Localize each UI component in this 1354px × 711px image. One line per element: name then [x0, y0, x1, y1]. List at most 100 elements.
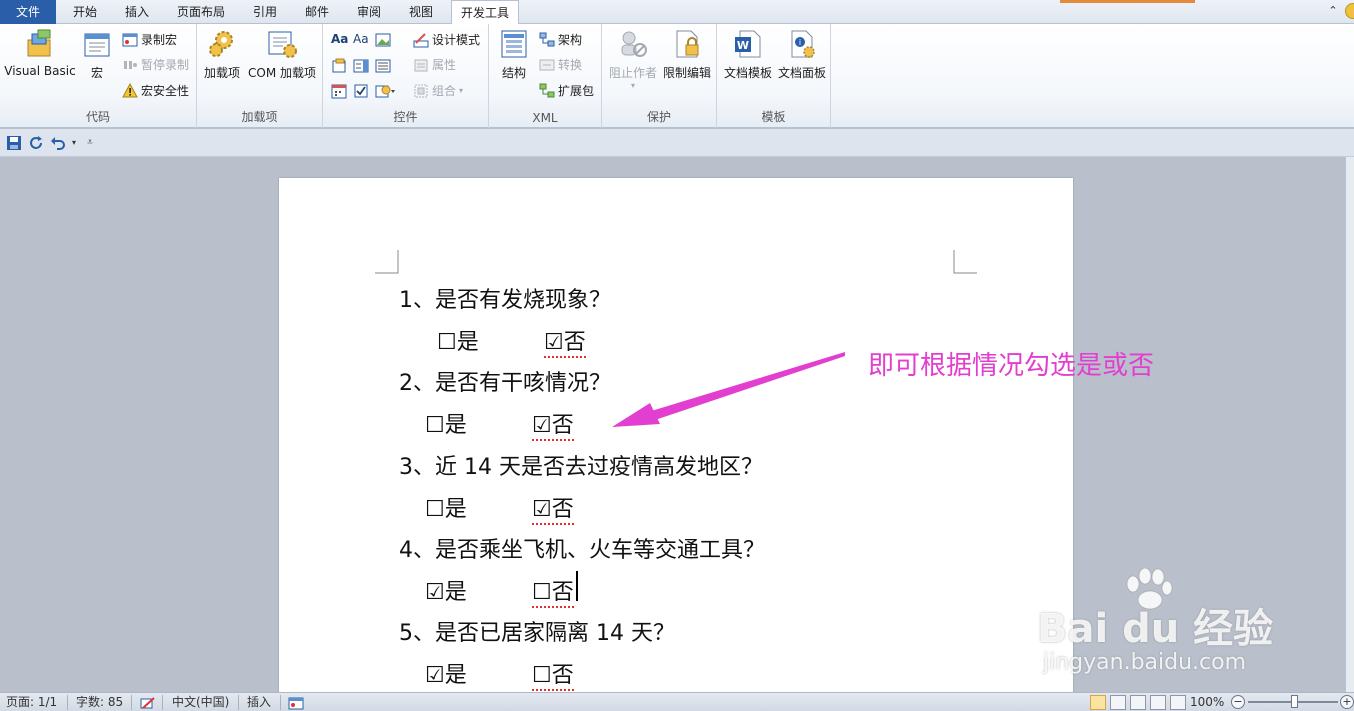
pause-recording-label: 暂停录制	[141, 58, 190, 72]
combo-box-icon[interactable]	[353, 58, 369, 74]
group-button[interactable]: 组合 ▾	[413, 81, 463, 101]
full-screen-reading-icon[interactable]	[1110, 695, 1126, 710]
picture-control-icon[interactable]	[375, 33, 391, 47]
draft-view-icon[interactable]	[1170, 695, 1186, 710]
print-layout-view-icon[interactable]	[1090, 695, 1106, 710]
block-authors-button[interactable]: 阻止作者 ▾	[606, 28, 660, 90]
restrict-editing-button[interactable]: 限制编辑	[661, 28, 713, 81]
tab-developer[interactable]: 开发工具	[451, 0, 519, 25]
document-page[interactable]: 1、是否有发烧现象？ ☐是 ☑否 2、是否有干咳情况？ ☐是 ☑否 3、近 14…	[279, 178, 1073, 698]
com-addins-button[interactable]: COM 加载项	[245, 28, 319, 81]
question-1[interactable]: 1、是否有发烧现象？	[399, 282, 611, 314]
q3-no-option[interactable]: ☑否	[532, 491, 574, 525]
zoom-level[interactable]: 100%	[1190, 695, 1224, 710]
q5-yes-option[interactable]: ☑是	[425, 657, 467, 689]
tab-references[interactable]: 引用	[240, 0, 290, 24]
addins-button[interactable]: 加载项	[202, 28, 242, 81]
schema-label: 架构	[558, 33, 583, 47]
word-document-icon: W	[735, 30, 761, 58]
language-indicator[interactable]: 中文(中国)	[172, 695, 229, 710]
tab-view[interactable]: 视图	[396, 0, 446, 24]
outline-view-icon[interactable]	[1150, 695, 1166, 710]
transform-button[interactable]: 转换	[539, 55, 582, 75]
ribbon: Visual Basic 宏 录制宏 暂停录制 宏安全性 代码 加载项 COM …	[0, 24, 1354, 128]
status-bar: 页面: 1/1 字数: 85 中文(中国) 插入 100% − +	[0, 692, 1354, 711]
expansion-pack-button[interactable]: 扩展包	[539, 81, 594, 101]
group-xml-label: XML	[532, 111, 558, 125]
save-icon[interactable]	[6, 135, 22, 151]
quick-access-toolbar: ▾ ⩡	[0, 129, 1354, 157]
page-indicator[interactable]: 页面: 1/1	[6, 695, 57, 710]
question-4[interactable]: 4、是否乘坐飞机、火车等交通工具？	[399, 532, 765, 564]
zoom-in-icon[interactable]: +	[1340, 695, 1354, 709]
design-mode-button[interactable]: 设计模式	[413, 30, 480, 50]
zoom-out-icon[interactable]: −	[1231, 695, 1245, 709]
q4-yes-option[interactable]: ☑是	[425, 574, 467, 606]
ribbon-tab-bar: 文件 开始 插入 页面布局 引用 邮件 审阅 视图 开发工具 ⌃	[0, 0, 1354, 25]
minimize-ribbon-icon[interactable]: ⌃	[1325, 3, 1341, 19]
visual-basic-button[interactable]: Visual Basic	[4, 28, 76, 78]
dropdown-list-icon[interactable]	[375, 58, 391, 74]
macro-security-button[interactable]: 宏安全性	[122, 81, 189, 101]
help-icon[interactable]	[1345, 3, 1354, 19]
macros-button[interactable]: 宏	[80, 28, 114, 81]
transform-label: 转换	[558, 58, 583, 72]
q2-no-option[interactable]: ☑否	[532, 407, 574, 441]
tab-page-layout[interactable]: 页面布局	[168, 0, 234, 24]
group-protect-label: 保护	[646, 110, 671, 124]
q1-no-option[interactable]: ☑否	[544, 324, 586, 358]
customize-toolbar-icon[interactable]: ⩡	[82, 135, 98, 151]
q4-no-option[interactable]: ☐否	[532, 574, 574, 608]
zoom-slider-thumb[interactable]	[1291, 695, 1298, 708]
q1-yes-option[interactable]: ☐是	[437, 324, 479, 356]
text-cursor	[576, 571, 578, 601]
checkbox-control-icon[interactable]	[353, 83, 369, 99]
undo-icon[interactable]	[50, 135, 66, 151]
record-macro-button[interactable]: 录制宏	[122, 30, 177, 50]
date-picker-icon[interactable]	[331, 83, 347, 99]
document-panel-button[interactable]: i 文档面板	[776, 28, 828, 81]
properties-button[interactable]: 属性	[413, 55, 456, 75]
group-code: Visual Basic 宏 录制宏 暂停录制 宏安全性 代码	[0, 24, 197, 128]
question-3[interactable]: 3、近 14 天是否去过疫情高发地区？	[399, 449, 763, 481]
insert-mode[interactable]: 插入	[247, 695, 271, 710]
vertical-scrollbar[interactable]	[1345, 157, 1354, 692]
lock-document-icon	[676, 30, 699, 58]
refresh-icon[interactable]	[28, 135, 44, 151]
document-template-button[interactable]: W 文档模板	[721, 28, 775, 81]
question-2[interactable]: 2、是否有干咳情况？	[399, 365, 611, 397]
tab-insert[interactable]: 插入	[112, 0, 162, 24]
question-5[interactable]: 5、是否已居家隔离 14 天？	[399, 615, 675, 647]
group-code-label: 代码	[85, 110, 110, 124]
margin-corner-top-right	[953, 250, 977, 274]
chevron-down-icon: ▾	[630, 81, 635, 90]
word-count[interactable]: 字数: 85	[76, 695, 123, 710]
q2-yes-option[interactable]: ☐是	[425, 407, 467, 439]
macro-record-icon[interactable]	[288, 696, 304, 711]
pause-recording-button[interactable]: 暂停录制	[122, 55, 189, 75]
status-divider	[238, 695, 239, 710]
tab-file[interactable]: 文件	[0, 0, 56, 24]
web-layout-icon[interactable]	[1130, 695, 1146, 710]
proofing-icon[interactable]	[140, 696, 156, 711]
plain-text-control-icon[interactable]: Aa	[353, 32, 369, 46]
group-icon	[414, 84, 428, 98]
tab-mailings[interactable]: 邮件	[292, 0, 342, 24]
q3-yes-option[interactable]: ☐是	[425, 491, 467, 523]
macro-security-label: 宏安全性	[141, 84, 190, 98]
undo-dropdown-icon[interactable]: ▾	[66, 135, 82, 151]
building-block-icon[interactable]	[331, 58, 347, 74]
design-mode-label: 设计模式	[432, 33, 481, 47]
q5-no-option[interactable]: ☐否	[532, 657, 574, 691]
structure-button[interactable]: 结构	[495, 28, 533, 81]
legacy-tools-icon[interactable]	[375, 83, 397, 99]
rich-text-control-icon[interactable]: Aa	[331, 32, 348, 46]
properties-icon	[414, 59, 428, 72]
expansion-pack-icon	[539, 83, 555, 98]
tab-review[interactable]: 审阅	[344, 0, 394, 24]
schema-button[interactable]: 架构	[539, 30, 582, 50]
svg-text:i: i	[799, 38, 801, 47]
svg-text:W: W	[737, 39, 749, 52]
tab-home[interactable]: 开始	[60, 0, 110, 24]
status-divider	[280, 695, 281, 710]
